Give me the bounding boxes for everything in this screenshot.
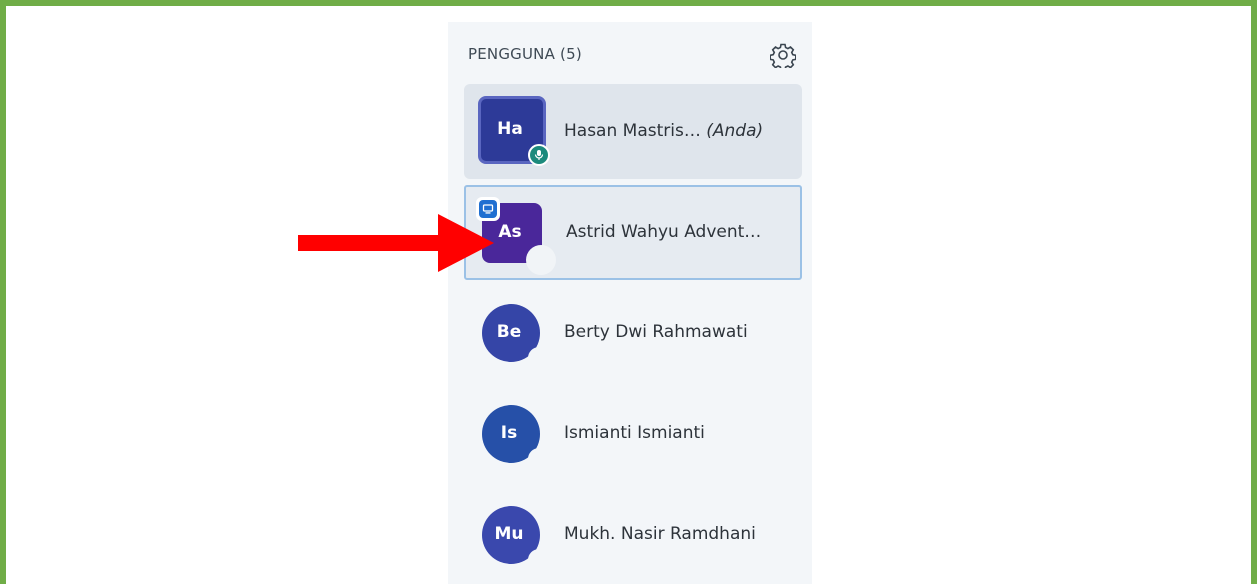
microphone-icon [528, 144, 550, 166]
user-name: Hasan Mastris… (Anda) [564, 121, 763, 141]
user-list-item-berty[interactable]: Be Berty Dwi Rahmawati [464, 285, 802, 380]
user-name: Berty Dwi Rahmawati [564, 322, 748, 342]
annotation-arrow [298, 214, 494, 272]
avatar-initials: Mu [494, 524, 524, 544]
status-indicator [528, 347, 550, 369]
user-list-item-ismianti[interactable]: Is Ismianti Ismianti [464, 386, 802, 481]
status-indicator [526, 245, 556, 275]
status-indicator [528, 448, 550, 470]
user-name: Ismianti Ismianti [564, 423, 705, 443]
avatar-initials: Is [500, 423, 518, 443]
status-indicator [528, 549, 550, 571]
gear-icon[interactable] [769, 42, 797, 71]
avatar-initials: As [498, 222, 522, 242]
user-list-item-hasan[interactable]: Ha Hasan Mastris… (Anda) [464, 84, 802, 179]
you-label: (Anda) [706, 121, 764, 141]
panel-header: PENGGUNA (5) [468, 42, 798, 71]
user-list-panel: PENGGUNA (5) Ha Hasan Mastris… (Anda) As… [448, 22, 812, 584]
user-list-item-mukh[interactable]: Mu Mukh. Nasir Ramdhani [464, 487, 802, 582]
user-name-text: Hasan Mastris… [564, 121, 701, 141]
panel-title: PENGGUNA (5) [468, 45, 582, 63]
user-name: Mukh. Nasir Ramdhani [564, 524, 756, 544]
avatar-initials: Ha [497, 119, 523, 139]
avatar-initials: Be [496, 322, 522, 342]
user-name: Astrid Wahyu Advent… [566, 222, 762, 242]
user-list-item-astrid[interactable]: As Astrid Wahyu Advent… [464, 185, 802, 280]
